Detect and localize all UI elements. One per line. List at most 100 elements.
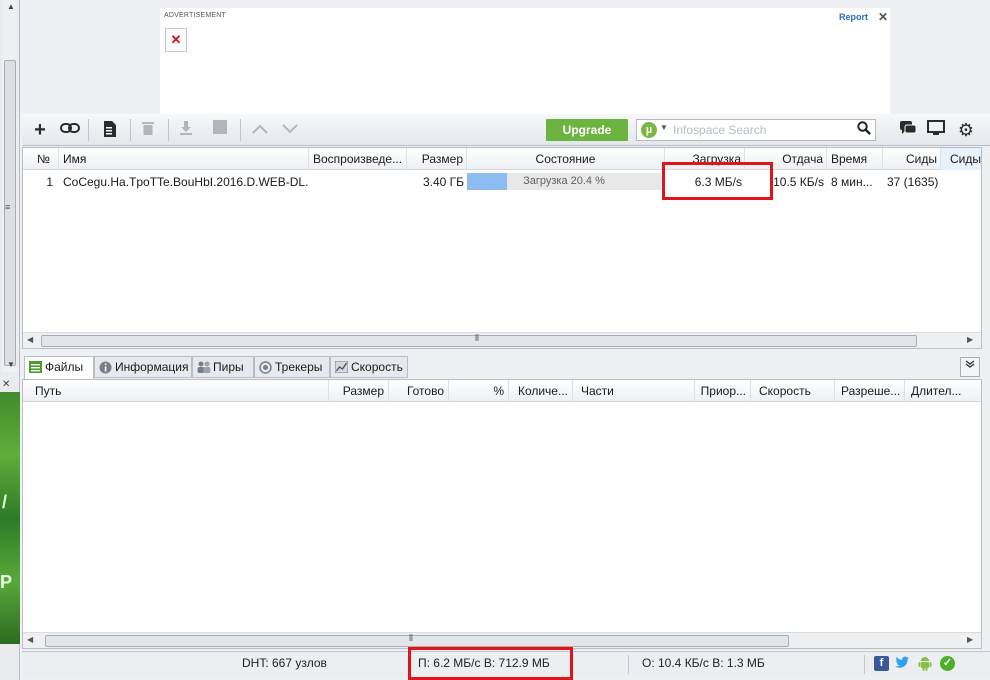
info-icon xyxy=(99,361,112,374)
status-download-highlight xyxy=(408,647,573,680)
column-header-number[interactable]: № xyxy=(23,148,59,170)
left-panel: ▲ ≡ ▼ ✕ / P xyxy=(0,0,20,680)
grip-icon: ≡ xyxy=(5,202,11,212)
torrent-row[interactable]: 1 CoCegu.Ha.TpoTTe.BouHbI.2016.D.WEB-DL.… xyxy=(23,171,981,193)
scroll-down-arrow-icon[interactable]: ▼ xyxy=(7,360,15,369)
torrent-eta: 8 мин... xyxy=(831,175,873,189)
column-header-duration[interactable]: Длител... xyxy=(905,380,981,402)
scrollbar-thumb[interactable] xyxy=(45,635,789,647)
close-icon[interactable]: ✕ xyxy=(2,379,10,390)
tab-info[interactable]: Информация xyxy=(94,356,192,378)
torrent-name: CoCegu.Ha.TpoTTe.BouHbI.2016.D.WEB-DL... xyxy=(63,175,309,189)
dht-status: DHT: 667 узлов xyxy=(242,656,327,670)
upload-status[interactable]: О: 10.4 КБ/с В: 1.3 МБ xyxy=(642,656,765,670)
move-down-icon[interactable] xyxy=(280,120,300,140)
column-header-count[interactable]: Количе... xyxy=(509,380,573,402)
create-torrent-icon[interactable] xyxy=(100,120,120,140)
search-icon[interactable] xyxy=(857,121,871,138)
column-header-speed[interactable]: Скорость xyxy=(751,380,835,402)
add-torrent-icon[interactable]: + xyxy=(30,120,50,140)
left-scrollbar[interactable]: ▲ ≡ ▼ xyxy=(2,0,18,372)
tab-info-label: Информация xyxy=(115,360,189,374)
torrent-seeds: 37 (1635) xyxy=(887,175,939,189)
search-input[interactable] xyxy=(673,122,849,138)
stop-icon[interactable] xyxy=(210,120,230,140)
tab-speed[interactable]: Скорость xyxy=(330,356,408,378)
column-header-size[interactable]: Размер xyxy=(329,380,389,402)
remote-icon[interactable] xyxy=(926,120,946,140)
tab-peers[interactable]: Пиры xyxy=(192,356,254,378)
files-list: Путь Размер Готово % Количе... Части При… xyxy=(22,379,982,649)
promo-text: P xyxy=(0,572,13,592)
column-header-seeds[interactable]: Сиды xyxy=(883,148,941,170)
toolbar-separator xyxy=(240,119,241,141)
ad-banner[interactable]: ADVERTISEMENT ✕ Report ✕ xyxy=(160,8,890,114)
status-separator xyxy=(628,655,629,674)
detail-tabs: Файлы Информация Пиры Трекеры Скорость xyxy=(22,356,990,380)
scroll-right-arrow-icon[interactable]: ▶ xyxy=(967,335,973,344)
add-link-icon[interactable] xyxy=(60,120,80,140)
ad-close-icon[interactable]: ✕ xyxy=(878,10,888,24)
toolbar: + Upgrade µ ▼ ⚙ xyxy=(22,114,990,146)
grip-icon: ⦀ xyxy=(475,333,479,343)
torrent-status: Загрузка 20.4 % xyxy=(523,175,605,187)
start-download-icon[interactable] xyxy=(176,120,196,140)
files-list-header: Путь Размер Готово % Количе... Части При… xyxy=(23,380,981,402)
peers-icon xyxy=(197,361,211,373)
column-header-pieces[interactable]: Части xyxy=(573,380,695,402)
column-header-play[interactable]: Воспроизведе... xyxy=(309,148,407,170)
promo-banner[interactable]: / P xyxy=(0,392,20,644)
column-header-eta[interactable]: Время xyxy=(827,148,883,170)
tab-trackers[interactable]: Трекеры xyxy=(254,356,330,378)
ad-label: ADVERTISEMENT xyxy=(164,12,226,19)
search-box[interactable]: µ ▼ xyxy=(636,119,876,141)
column-header-percent[interactable]: % xyxy=(449,380,509,402)
status-separator xyxy=(864,655,865,674)
tab-trackers-label: Трекеры xyxy=(275,360,323,374)
column-header-size[interactable]: Размер xyxy=(407,148,467,170)
torrent-list-header: № Имя Воспроизведе... Размер Состояние З… xyxy=(23,148,981,170)
scroll-left-arrow-icon[interactable]: ◀ xyxy=(27,635,33,644)
facebook-icon[interactable]: f xyxy=(874,656,889,671)
torrent-size: 3.40 ГБ xyxy=(422,175,464,189)
grip-icon: ⦀ xyxy=(409,633,413,643)
column-header-name[interactable]: Имя xyxy=(59,148,309,170)
trackers-icon xyxy=(259,361,272,374)
settings-gear-icon[interactable]: ⚙ xyxy=(956,120,976,140)
collapse-panel-button[interactable] xyxy=(960,357,980,377)
remove-torrent-icon[interactable] xyxy=(138,120,158,140)
column-header-done[interactable]: Готово xyxy=(389,380,449,402)
promo-text: / xyxy=(2,492,8,512)
torrent-list-scrollbar[interactable]: ◀ ⦀ ▶ xyxy=(23,332,981,348)
column-header-status[interactable]: Состояние xyxy=(467,148,665,170)
broken-image-icon: ✕ xyxy=(165,28,187,52)
upgrade-button[interactable]: Upgrade xyxy=(546,119,628,141)
column-header-path[interactable]: Путь xyxy=(23,380,329,402)
scroll-right-arrow-icon[interactable]: ▶ xyxy=(967,635,973,644)
scrollbar-thumb[interactable] xyxy=(41,335,917,347)
files-list-scrollbar[interactable]: ◀ ⦀ ▶ xyxy=(23,632,981,648)
tab-files[interactable]: Файлы xyxy=(24,356,94,380)
torrent-number: 1 xyxy=(46,175,53,189)
column-header-priority[interactable]: Приор... xyxy=(695,380,751,402)
search-provider-dropdown-icon[interactable]: ▼ xyxy=(660,123,668,132)
utorrent-logo-icon[interactable]: µ xyxy=(641,122,657,138)
toolbar-separator xyxy=(88,119,89,141)
left-scrollbar-thumb[interactable] xyxy=(4,60,16,366)
column-header-seeds-ratio[interactable]: Сиды xyxy=(941,148,981,170)
ad-area: ADVERTISEMENT ✕ Report ✕ xyxy=(22,0,990,114)
move-up-icon[interactable] xyxy=(250,120,270,140)
ad-report-link[interactable]: Report xyxy=(839,12,868,22)
tab-files-label: Файлы xyxy=(45,360,84,374)
status-ok-icon[interactable]: ✓ xyxy=(940,656,955,671)
android-icon[interactable] xyxy=(917,656,932,671)
scroll-left-arrow-icon[interactable]: ◀ xyxy=(27,335,33,344)
chat-icon[interactable] xyxy=(898,120,918,140)
toolbar-separator xyxy=(130,119,131,141)
scroll-up-arrow-icon[interactable]: ▲ xyxy=(7,2,15,11)
torrent-list: № Имя Воспроизведе... Размер Состояние З… xyxy=(22,147,982,349)
twitter-icon[interactable] xyxy=(895,656,910,671)
speed-icon xyxy=(334,360,349,374)
download-speed-highlight xyxy=(662,162,773,200)
column-header-resolution[interactable]: Разреше... xyxy=(835,380,905,402)
